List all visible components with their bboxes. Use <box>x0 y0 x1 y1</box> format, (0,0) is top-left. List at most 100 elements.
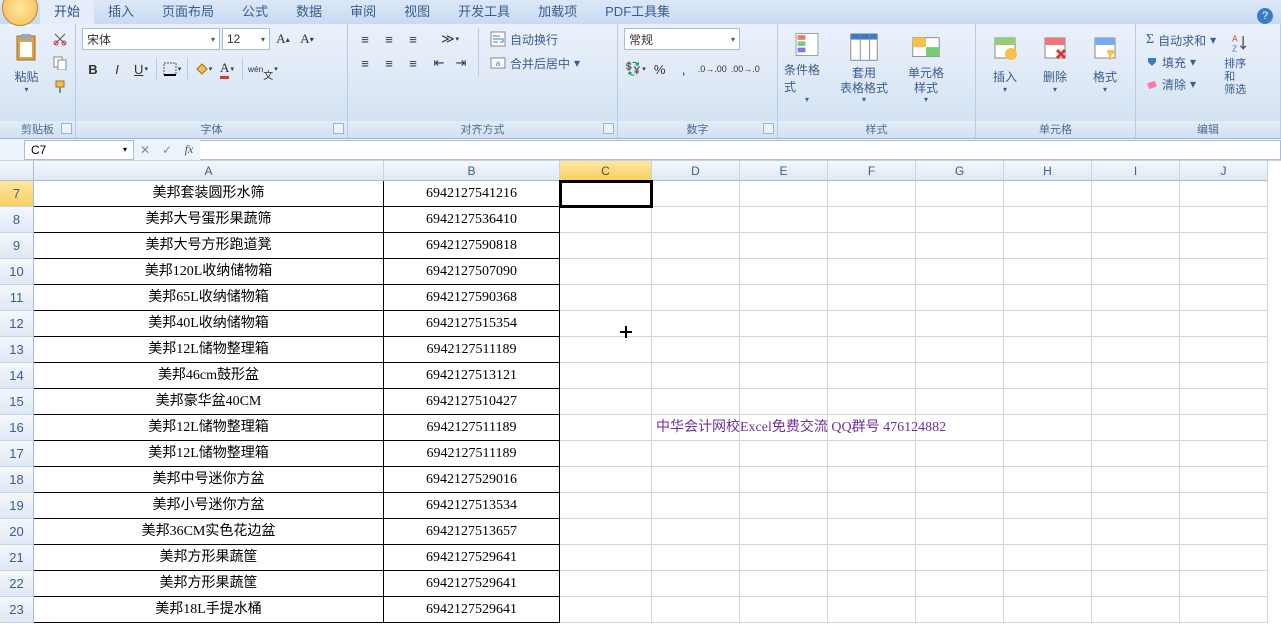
shrink-font-button[interactable]: A▾ <box>296 28 318 50</box>
cell-D22[interactable] <box>652 571 740 597</box>
fill-button[interactable]: 填充▾ <box>1142 52 1220 72</box>
cell-D14[interactable] <box>652 363 740 389</box>
row-head-10[interactable]: 10 <box>0 259 34 285</box>
cell-H7[interactable] <box>1004 181 1092 207</box>
font-name-combo[interactable]: 宋体▾ <box>82 28 220 50</box>
cell-F7[interactable] <box>828 181 916 207</box>
row-head-8[interactable]: 8 <box>0 207 34 233</box>
tab-3[interactable]: 公式 <box>228 0 282 24</box>
cell-D17[interactable] <box>652 441 740 467</box>
cell-D18[interactable] <box>652 467 740 493</box>
merge-center-button[interactable]: a合并后居中▾ <box>485 52 595 74</box>
cell-F18[interactable] <box>828 467 916 493</box>
font-dialog-launcher[interactable] <box>333 123 344 134</box>
orientation-button[interactable]: ≫▾ <box>428 28 472 50</box>
cell-E17[interactable] <box>740 441 828 467</box>
cell-E8[interactable] <box>740 207 828 233</box>
tab-2[interactable]: 页面布局 <box>148 0 228 24</box>
cell-B15[interactable]: 6942127510427 <box>384 389 560 415</box>
cell-H22[interactable] <box>1004 571 1092 597</box>
cell-H17[interactable] <box>1004 441 1092 467</box>
row-head-19[interactable]: 19 <box>0 493 34 519</box>
cell-I21[interactable] <box>1092 545 1180 571</box>
cell-F20[interactable] <box>828 519 916 545</box>
tab-7[interactable]: 开发工具 <box>444 0 524 24</box>
cell-B18[interactable]: 6942127529016 <box>384 467 560 493</box>
cell-H15[interactable] <box>1004 389 1092 415</box>
cell-F17[interactable] <box>828 441 916 467</box>
formula-input[interactable] <box>200 140 1281 160</box>
cell-G23[interactable] <box>916 597 1004 623</box>
row-head-11[interactable]: 11 <box>0 285 34 311</box>
row-head-23[interactable]: 23 <box>0 597 34 623</box>
row-head-18[interactable]: 18 <box>0 467 34 493</box>
cell-A7[interactable]: 美邦套装圆形水筛 <box>34 181 384 207</box>
cell-F9[interactable] <box>828 233 916 259</box>
cell-E13[interactable] <box>740 337 828 363</box>
cell-A8[interactable]: 美邦大号蛋形果蔬筛 <box>34 207 384 233</box>
cell-I9[interactable] <box>1092 233 1180 259</box>
cell-J8[interactable] <box>1180 207 1268 233</box>
clear-button[interactable]: 清除▾ <box>1142 74 1220 94</box>
cell-C14[interactable] <box>560 363 652 389</box>
cell-styles-button[interactable]: 单元格 样式▾ <box>898 28 954 104</box>
row-head-12[interactable]: 12 <box>0 311 34 337</box>
cell-F22[interactable] <box>828 571 916 597</box>
cell-C11[interactable] <box>560 285 652 311</box>
cell-C16[interactable] <box>560 415 652 441</box>
cell-E19[interactable] <box>740 493 828 519</box>
cell-B22[interactable]: 6942127529641 <box>384 571 560 597</box>
cell-G10[interactable] <box>916 259 1004 285</box>
cell-D9[interactable] <box>652 233 740 259</box>
cell-I13[interactable] <box>1092 337 1180 363</box>
cell-E23[interactable] <box>740 597 828 623</box>
cell-E20[interactable] <box>740 519 828 545</box>
cell-J12[interactable] <box>1180 311 1268 337</box>
cell-G8[interactable] <box>916 207 1004 233</box>
cell-C15[interactable] <box>560 389 652 415</box>
cell-E15[interactable] <box>740 389 828 415</box>
cell-I23[interactable] <box>1092 597 1180 623</box>
cell-A17[interactable]: 美邦12L储物整理箱 <box>34 441 384 467</box>
cell-J14[interactable] <box>1180 363 1268 389</box>
cell-B11[interactable]: 6942127590368 <box>384 285 560 311</box>
cell-D19[interactable] <box>652 493 740 519</box>
accounting-format-button[interactable]: 💱▾ <box>624 58 647 80</box>
fx-button[interactable]: fx <box>178 142 200 157</box>
comma-button[interactable]: , <box>673 58 695 80</box>
align-middle-button[interactable]: ≡ <box>378 28 400 50</box>
cell-J21[interactable] <box>1180 545 1268 571</box>
cell-H8[interactable] <box>1004 207 1092 233</box>
cell-B12[interactable]: 6942127515354 <box>384 311 560 337</box>
phonetic-button[interactable]: wén文▾ <box>247 58 279 80</box>
tab-0[interactable]: 开始 <box>40 0 94 24</box>
bold-button[interactable]: B <box>82 58 104 80</box>
cell-C18[interactable] <box>560 467 652 493</box>
cell-I7[interactable] <box>1092 181 1180 207</box>
cell-G12[interactable] <box>916 311 1004 337</box>
font-size-combo[interactable]: 12▾ <box>222 28 270 50</box>
col-head-B[interactable]: B <box>384 161 560 181</box>
col-head-F[interactable]: F <box>828 161 916 181</box>
cell-H20[interactable] <box>1004 519 1092 545</box>
align-right-button[interactable]: ≡ <box>402 52 424 74</box>
cell-G20[interactable] <box>916 519 1004 545</box>
cell-E10[interactable] <box>740 259 828 285</box>
copy-button[interactable] <box>51 54 69 72</box>
cell-D13[interactable] <box>652 337 740 363</box>
cell-D12[interactable] <box>652 311 740 337</box>
col-head-E[interactable]: E <box>740 161 828 181</box>
row-head-21[interactable]: 21 <box>0 545 34 571</box>
cell-A19[interactable]: 美邦小号迷你方盆 <box>34 493 384 519</box>
paste-button[interactable]: 粘贴▾ <box>6 28 47 104</box>
cell-J17[interactable] <box>1180 441 1268 467</box>
cell-C13[interactable] <box>560 337 652 363</box>
cell-G7[interactable] <box>916 181 1004 207</box>
cell-B7[interactable]: 6942127541216 <box>384 181 560 207</box>
cell-J10[interactable] <box>1180 259 1268 285</box>
cell-G17[interactable] <box>916 441 1004 467</box>
cell-A12[interactable]: 美邦40L收纳储物箱 <box>34 311 384 337</box>
cell-I10[interactable] <box>1092 259 1180 285</box>
enter-formula-button[interactable]: ✓ <box>156 143 178 157</box>
cell-A10[interactable]: 美邦120L收纳储物箱 <box>34 259 384 285</box>
